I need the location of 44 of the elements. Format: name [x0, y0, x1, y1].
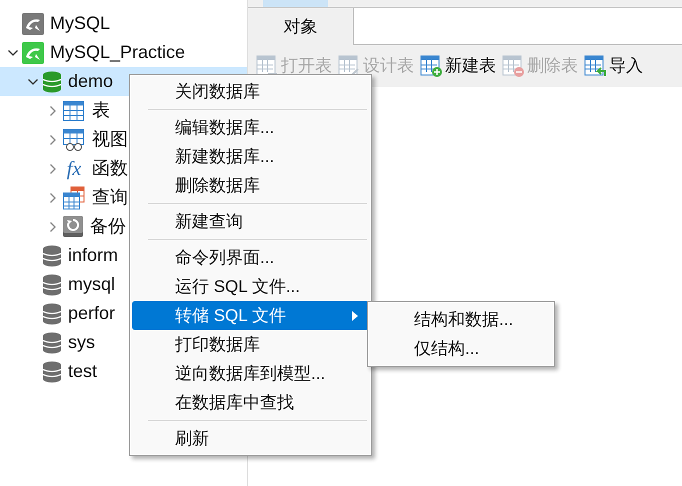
table-icon	[62, 100, 86, 122]
database-icon	[42, 302, 62, 324]
backup-icon	[62, 214, 84, 238]
table-icon	[502, 55, 524, 77]
tree-item[interactable]: mysql	[68, 271, 116, 298]
tree-item[interactable]: 函数	[92, 155, 128, 182]
tree-item[interactable]: MySQL_Practice	[50, 39, 186, 66]
dolphin-icon	[22, 12, 44, 34]
menu-item[interactable]: 转储 SQL 文件	[132, 301, 369, 330]
database-icon	[42, 244, 62, 266]
menu-item[interactable]: 新建查询	[132, 207, 369, 236]
toolbar-button[interactable]: 新建表	[420, 51, 496, 81]
tree-item[interactable]: MySQL	[50, 10, 110, 37]
table-glasses-icon	[62, 128, 86, 152]
menu-item[interactable]: 结构和数据...	[368, 305, 554, 334]
menu-item[interactable]: 刷新	[132, 424, 369, 453]
dolphin-icon	[22, 42, 44, 64]
menu-item[interactable]: 运行 SQL 文件...	[132, 272, 369, 301]
menu-item[interactable]: 逆向数据库到模型...	[132, 359, 369, 388]
tree-item[interactable]: inform	[68, 242, 118, 269]
tree-item[interactable]: 表	[92, 97, 110, 124]
database-icon	[42, 332, 62, 354]
tree-item[interactable]: sys	[68, 329, 95, 356]
tree-item[interactable]: 备份	[90, 213, 126, 240]
table-icon	[584, 55, 606, 77]
tree-item[interactable]: 视图	[92, 126, 128, 153]
database-icon	[42, 360, 62, 382]
menu-item[interactable]: 在数据库中查找	[132, 388, 369, 417]
menu-item[interactable]: 命令列界面...	[132, 243, 369, 272]
menu-item[interactable]: 新建数据库...	[132, 142, 369, 171]
tree-item[interactable]: test	[68, 358, 98, 385]
tree-item-label: demo	[68, 70, 114, 93]
toolbar-button[interactable]: 导入	[584, 51, 643, 81]
query-icon	[62, 186, 86, 210]
table-icon	[420, 55, 442, 77]
tree-item[interactable]: 查询	[92, 184, 128, 211]
function-icon: fx	[62, 158, 86, 178]
menu-item[interactable]: 删除数据库	[132, 171, 369, 200]
tree-item[interactable]: perfor	[68, 300, 116, 327]
database-icon	[42, 274, 62, 296]
menu-item[interactable]: 仅结构...	[368, 334, 554, 363]
menu-item[interactable]: 打印数据库	[132, 330, 369, 359]
menu-item[interactable]: 编辑数据库...	[132, 113, 369, 142]
database-icon	[42, 70, 62, 92]
